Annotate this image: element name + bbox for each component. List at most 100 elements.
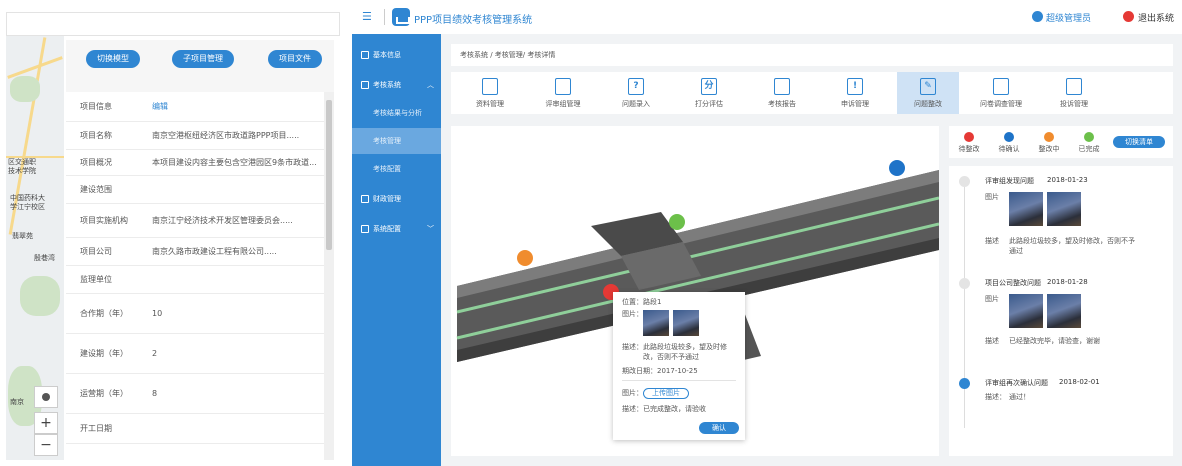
- logo-icon: [392, 8, 410, 26]
- zoom-out-button[interactable]: −: [34, 434, 58, 456]
- info-key: 运营期（年）: [80, 389, 128, 398]
- info-key: 合作期（年）: [80, 309, 128, 318]
- timeline-title: 评审组发现问题: [985, 177, 1034, 185]
- sidebar-item[interactable]: 基本信息: [352, 42, 441, 68]
- info-row: 项目概况 本项目建设内容主要包含空港园区9条市政道...: [66, 150, 324, 176]
- project-files-button[interactable]: 项目文件: [268, 50, 322, 68]
- marker-completed-icon[interactable]: [669, 214, 685, 230]
- info-row: 项目公司 南京久路市政建设工程有限公司.....: [66, 238, 324, 266]
- road-3d-scene[interactable]: 位置： 路段1 图片： 描述： 此路段垃圾较多，望及时修改，否则不予通过 期改日…: [451, 126, 939, 456]
- map-label: 学江宁校区: [10, 203, 45, 211]
- legend-dot: [1084, 132, 1094, 142]
- date-value: 2017-10-25: [657, 367, 698, 375]
- position-label: 位置：: [622, 298, 643, 306]
- issue-photo[interactable]: [643, 310, 669, 336]
- tool-report[interactable]: 考核报告: [751, 72, 813, 114]
- timeline-photo[interactable]: [1009, 192, 1043, 226]
- locate-button[interactable]: [34, 386, 58, 408]
- tool-label: 资料管理: [476, 100, 504, 108]
- info-row: 合作期（年） 10: [66, 294, 324, 334]
- timeline-desc-label: 描述：: [985, 393, 1006, 401]
- timeline-photo[interactable]: [1047, 192, 1081, 226]
- date-label: 期改日期：: [622, 367, 657, 375]
- scrollbar-thumb[interactable]: [326, 100, 332, 250]
- confirm-button[interactable]: 确认: [699, 422, 739, 434]
- sidebar-item[interactable]: 考核配置: [352, 156, 441, 182]
- tool-survey[interactable]: 问卷调查管理: [970, 72, 1032, 114]
- sub-project-button[interactable]: 子项目管理: [172, 50, 234, 68]
- desc-label: 描述：: [622, 405, 643, 413]
- info-row: 项目名称 南京空港枢纽经济区市政道路PPP项目.....: [66, 122, 324, 150]
- tool-user-edit[interactable]: 评审组管理: [532, 72, 594, 114]
- info-row: 项目实施机构 南京江宁经济技术开发区管理委员会.....: [66, 204, 324, 238]
- info-value: 8: [152, 389, 158, 398]
- upload-button[interactable]: 上传图片: [643, 388, 689, 399]
- marker-to-confirm-icon[interactable]: [889, 160, 905, 176]
- legend-label: 待整改: [958, 145, 980, 153]
- tool-label: 问题录入: [622, 100, 650, 108]
- sidebar-item[interactable]: 系统配置 ﹀: [352, 216, 441, 242]
- survey-icon: [993, 78, 1009, 95]
- sidebar-item-label: 考核结果与分析: [373, 109, 422, 117]
- sidebar-item[interactable]: 考核管理: [352, 128, 441, 154]
- menu-toggle-icon[interactable]: ☰: [362, 11, 376, 23]
- main-content: 考核系统 / 考核管理/ 考核详情 资料管理 评审组管理? 问题录入分打分评估 考核报…: [441, 34, 1182, 466]
- info-key: 监理单位: [80, 275, 112, 284]
- timeline-date: 2018-01-28: [1047, 278, 1088, 286]
- zoom-in-button[interactable]: +: [34, 412, 58, 434]
- sidebar: 基本信息考核系统 ︿ 考核结果与分析考核管理 考核配置财政管理系统配置 ﹀: [352, 34, 441, 466]
- question-edit-icon: ?: [628, 78, 644, 95]
- timeline-photo[interactable]: [1047, 294, 1081, 328]
- edit-link[interactable]: 编辑: [152, 100, 320, 114]
- tool-label: 评审组管理: [545, 100, 581, 108]
- map-park: [10, 76, 40, 102]
- menu-item-icon: [361, 225, 369, 233]
- tool-score[interactable]: 分打分评估: [678, 72, 740, 114]
- sidebar-item-label: 财政管理: [373, 195, 401, 203]
- desc-value: 已完成整改，请验收: [643, 405, 706, 413]
- tool-folder[interactable]: 资料管理: [459, 72, 521, 114]
- timeline-desc-label: 描述: [985, 337, 999, 345]
- info-value: 10: [152, 309, 163, 318]
- locate-icon: [42, 393, 50, 401]
- legend-item: 待确认: [989, 132, 1029, 154]
- issue-photo[interactable]: [673, 310, 699, 336]
- map-view[interactable]: 区交通职 技术学院 中国药科大 学江宁校区 翡翠苑 殷巷湾 南京 + −: [6, 36, 64, 460]
- report-icon: [774, 78, 790, 95]
- sidebar-item[interactable]: 财政管理: [352, 186, 441, 212]
- switch-list-button[interactable]: 切换清单: [1113, 136, 1165, 148]
- user-name[interactable]: 超级管理员: [1046, 11, 1091, 24]
- info-row: 建设范围: [66, 176, 324, 204]
- legend-label: 待确认: [998, 145, 1020, 153]
- menu-item-icon: [361, 51, 369, 59]
- alert-icon: !: [847, 78, 863, 95]
- info-header-row: 项目信息 编辑: [66, 92, 324, 122]
- divider: [384, 9, 385, 25]
- legend-dot: [1044, 132, 1054, 142]
- tool-question-edit[interactable]: ? 问题录入: [605, 72, 667, 114]
- desc-value: 此路段垃圾较多，望及时修改，否则不予通过: [643, 343, 727, 361]
- info-key: 项目名称: [80, 131, 112, 140]
- sidebar-item-label: 基本信息: [373, 51, 401, 59]
- timeline-pic-label: 图片: [985, 193, 999, 201]
- tool-complaint[interactable]: 投诉管理: [1043, 72, 1105, 114]
- tool-alert[interactable]: ! 申诉管理: [824, 72, 886, 114]
- marker-in-progress-icon[interactable]: [517, 250, 533, 266]
- timeline-title: 项目公司整改问题: [985, 279, 1041, 287]
- info-row: 运营期（年） 8: [66, 374, 324, 414]
- issue-timeline: 评审组发现问题 2018-01-23 图片 描述 此路段垃圾较多，望及时修改，否…: [949, 166, 1173, 456]
- timeline-dot: [959, 176, 970, 187]
- timeline-desc: 已经整改完毕，请验查，谢谢: [1009, 337, 1100, 345]
- menu-item-icon: [361, 195, 369, 203]
- top-bar: [6, 12, 340, 36]
- rectify-icon: ✎: [920, 78, 936, 95]
- sidebar-item[interactable]: 考核系统 ︿: [352, 72, 441, 98]
- tool-rectify[interactable]: ✎ 问题整改: [897, 72, 959, 114]
- scrollbar[interactable]: [324, 92, 334, 460]
- switch-model-button[interactable]: 切换模型: [86, 50, 140, 68]
- sidebar-item[interactable]: 考核结果与分析: [352, 100, 441, 126]
- timeline-title: 评审组再次确认问题: [985, 379, 1048, 387]
- timeline-photo[interactable]: [1009, 294, 1043, 328]
- chevron-icon: ﹀: [427, 225, 434, 233]
- logout-button[interactable]: 退出系统: [1138, 11, 1174, 24]
